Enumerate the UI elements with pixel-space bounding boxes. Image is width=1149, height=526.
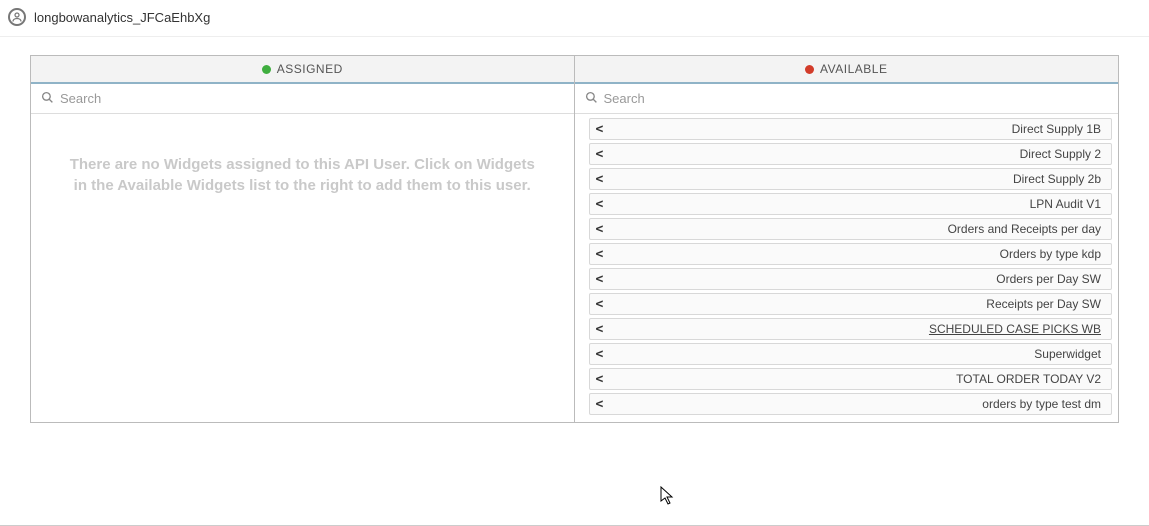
available-panel-header: AVAILABLE (575, 56, 1119, 84)
available-list[interactable]: < Direct Supply 1B < Direct Supply 2 < Direct… (575, 114, 1119, 422)
list-item[interactable]: < Orders and Receipts per day (589, 218, 1113, 240)
assigned-status-dot-icon (262, 65, 271, 74)
assigned-panel-header: ASSIGNED (31, 56, 574, 84)
chevron-left-icon: < (596, 123, 604, 136)
list-item-label: Orders by type kdp (1000, 247, 1101, 261)
username-label: longbowanalytics_JFCaEhbXg (34, 10, 210, 25)
list-item-label: Receipts per Day SW (986, 297, 1101, 311)
assigned-search-row (31, 84, 574, 114)
chevron-left-icon: < (596, 398, 604, 411)
list-item[interactable]: < Receipts per Day SW (589, 293, 1113, 315)
dual-list-container: ASSIGNED There are no Widgets assigned t… (30, 55, 1119, 423)
chevron-left-icon: < (596, 348, 604, 361)
list-item[interactable]: < orders by type test dm (589, 393, 1113, 415)
chevron-left-icon: < (596, 198, 604, 211)
list-item[interactable]: < Orders by type kdp (589, 243, 1113, 265)
search-icon (585, 91, 598, 107)
available-panel: AVAILABLE < Direct Supply 1B < Direct Suppl… (575, 56, 1119, 422)
assigned-panel: ASSIGNED There are no Widgets assigned t… (31, 56, 575, 422)
assigned-empty-message: There are no Widgets assigned to this AP… (31, 114, 574, 236)
assigned-panel-body: There are no Widgets assigned to this AP… (31, 114, 574, 422)
list-item-label: Orders per Day SW (996, 272, 1101, 286)
list-item-label: Orders and Receipts per day (948, 222, 1101, 236)
list-item[interactable]: < Direct Supply 1B (589, 118, 1113, 140)
chevron-left-icon: < (596, 173, 604, 186)
page-header: longbowanalytics_JFCaEhbXg (0, 0, 1149, 34)
list-item[interactable]: < TOTAL ORDER TODAY V2 (589, 368, 1113, 390)
search-icon (41, 91, 54, 107)
available-status-dot-icon (805, 65, 814, 74)
user-icon (8, 8, 26, 26)
available-search-row (575, 84, 1119, 114)
chevron-left-icon: < (596, 223, 604, 236)
chevron-left-icon: < (596, 248, 604, 261)
list-item-label: TOTAL ORDER TODAY V2 (956, 372, 1101, 386)
list-item-label: Direct Supply 1B (1012, 122, 1101, 136)
available-search-input[interactable] (604, 91, 1109, 106)
list-item-label: Direct Supply 2b (1013, 172, 1101, 186)
chevron-left-icon: < (596, 148, 604, 161)
list-item-label: orders by type test dm (982, 397, 1101, 411)
list-item[interactable]: < LPN Audit V1 (589, 193, 1113, 215)
assigned-search-input[interactable] (60, 91, 564, 106)
list-item-label: Superwidget (1034, 347, 1101, 361)
list-item-label: LPN Audit V1 (1030, 197, 1101, 211)
list-item[interactable]: < Orders per Day SW (589, 268, 1113, 290)
list-item[interactable]: < SCHEDULED CASE PICKS WB (589, 318, 1113, 340)
cursor-icon (660, 486, 676, 509)
chevron-left-icon: < (596, 298, 604, 311)
list-item[interactable]: < Superwidget (589, 343, 1113, 365)
list-item[interactable]: < Direct Supply 2 (589, 143, 1113, 165)
chevron-left-icon: < (596, 323, 604, 336)
chevron-left-icon: < (596, 373, 604, 386)
list-item-label: SCHEDULED CASE PICKS WB (929, 322, 1101, 336)
available-panel-body: < Direct Supply 1B < Direct Supply 2 < Direct… (575, 114, 1119, 422)
header-divider (0, 36, 1149, 37)
assigned-title: ASSIGNED (277, 62, 343, 76)
list-item-label: Direct Supply 2 (1020, 147, 1101, 161)
list-item[interactable]: < Direct Supply 2b (589, 168, 1113, 190)
chevron-left-icon: < (596, 273, 604, 286)
available-title: AVAILABLE (820, 62, 887, 76)
